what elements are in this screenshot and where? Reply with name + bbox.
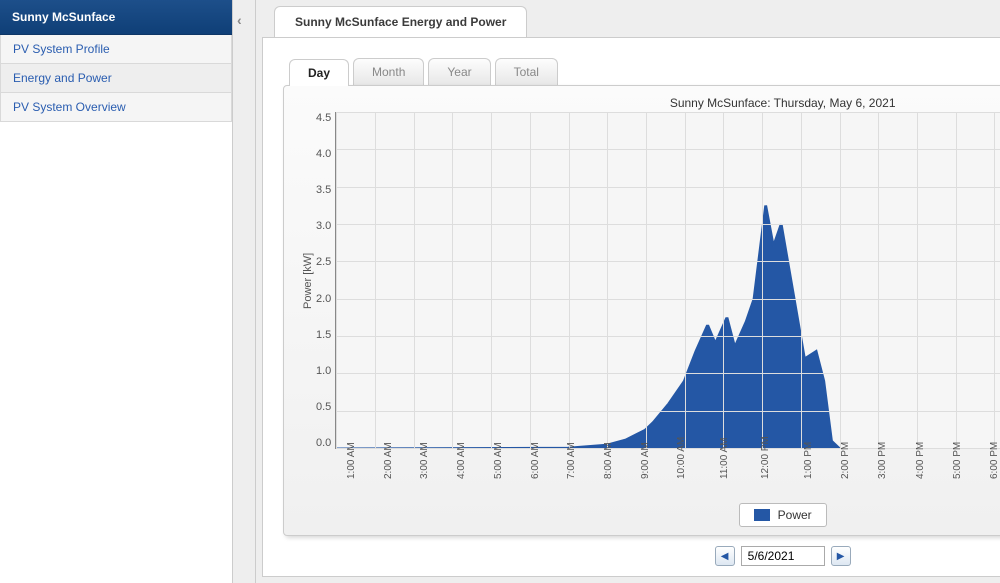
legend-box: Power <box>739 503 827 527</box>
tab-year[interactable]: Year <box>428 58 490 85</box>
y-axis-label: Power [kW] <box>300 112 316 449</box>
x-axis-ticks: 1:00 AM2:00 AM3:00 AM4:00 AM5:00 AM6:00 … <box>346 449 1000 499</box>
prev-day-button[interactable]: ◀ <box>715 546 735 566</box>
sidebar-link[interactable]: PV System Profile <box>13 42 110 56</box>
x-tick: 6:00 PM <box>989 442 1000 479</box>
page-tab-energy-power[interactable]: Sunny McSunface Energy and Power <box>274 6 527 37</box>
sidebar-header: Sunny McSunface <box>0 0 232 35</box>
content-panel: DayMonthYearTotal Sunny McSunface: Thurs… <box>262 37 1000 577</box>
y-tick: 0.0 <box>316 437 331 449</box>
tab-day[interactable]: Day <box>289 59 349 86</box>
y-tick: 4.5 <box>316 112 331 124</box>
legend-swatch-power <box>754 509 770 521</box>
legend: Power <box>300 503 1000 527</box>
sidebar-item-pv-system-profile[interactable]: PV System Profile <box>0 35 232 64</box>
next-day-button[interactable]: ▶ <box>831 546 851 566</box>
y-tick: 0.5 <box>316 401 331 413</box>
y-tick: 3.5 <box>316 184 331 196</box>
top-tab-row: Sunny McSunface Energy and Power <box>256 6 1000 37</box>
app-root: Sunny McSunface PV System Profile Energy … <box>0 0 1000 583</box>
plot-row: Power [kW] 4.5 4.0 3.5 3.0 2.5 2.0 1.5 1.0 0.5 0.… <box>300 112 1000 449</box>
y-tick: 4.0 <box>316 148 331 160</box>
y-tick: 3.0 <box>316 220 331 232</box>
chart-title: Sunny McSunface: Thursday, May 6, 2021 <box>300 96 1000 110</box>
sidebar-link[interactable]: Energy and Power <box>13 71 112 85</box>
sidebar: Sunny McSunface PV System Profile Energy … <box>0 0 232 583</box>
tab-total[interactable]: Total <box>495 58 558 85</box>
sidebar-collapse-bar[interactable]: ‹ <box>232 0 256 583</box>
plot-area <box>335 112 1000 449</box>
tab-month[interactable]: Month <box>353 58 424 85</box>
period-tabs: DayMonthYearTotal <box>289 58 1000 85</box>
y-tick: 2.0 <box>316 293 331 305</box>
y-tick: 1.0 <box>316 365 331 377</box>
legend-label-power: Power <box>778 508 812 522</box>
sidebar-link[interactable]: PV System Overview <box>13 100 126 114</box>
sidebar-item-pv-system-overview[interactable]: PV System Overview <box>0 93 232 122</box>
date-nav-row: ◀ ▶ ↻ <box>283 546 1000 566</box>
power-area-chart <box>336 112 1000 448</box>
y-axis-ticks: 4.5 4.0 3.5 3.0 2.5 2.0 1.5 1.0 0.5 0.0 <box>316 112 335 449</box>
main-area: Sunny McSunface Energy and Power DayMont… <box>256 0 1000 583</box>
date-input[interactable] <box>741 546 825 566</box>
sidebar-item-energy-and-power[interactable]: Energy and Power <box>0 64 232 93</box>
chart-card: Sunny McSunface: Thursday, May 6, 2021 P… <box>283 85 1000 536</box>
y-tick: 1.5 <box>316 329 331 341</box>
chevron-left-icon[interactable]: ‹ <box>237 12 242 28</box>
y-tick: 2.5 <box>316 256 331 268</box>
